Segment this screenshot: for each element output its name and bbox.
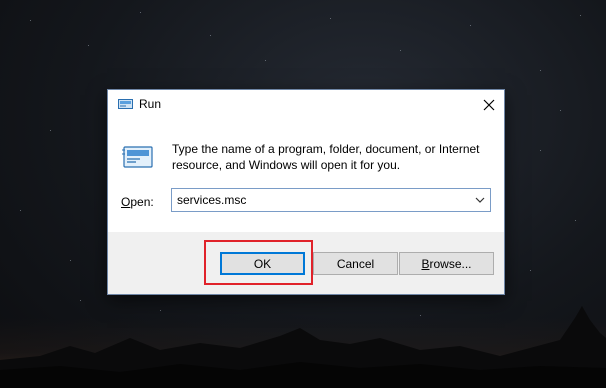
dropdown-button[interactable] (470, 189, 490, 211)
run-dialog: Run Type the name of a program, folder, … (107, 89, 505, 295)
close-button[interactable] (474, 90, 504, 120)
title-bar[interactable]: Run (108, 90, 504, 120)
ok-button[interactable]: OK (220, 252, 305, 275)
cancel-button[interactable]: Cancel (313, 252, 398, 275)
open-combobox[interactable] (171, 188, 491, 212)
run-icon (122, 146, 153, 168)
open-label: Open: (121, 195, 154, 209)
dialog-title: Run (139, 97, 162, 111)
close-icon (483, 99, 495, 111)
mountain-silhouette (0, 306, 606, 388)
chevron-down-icon (475, 197, 485, 203)
open-input[interactable] (172, 189, 462, 211)
dialog-description: Type the name of a program, folder, docu… (172, 142, 480, 172)
browse-button[interactable]: Browse... (399, 252, 494, 275)
run-icon (118, 99, 133, 109)
